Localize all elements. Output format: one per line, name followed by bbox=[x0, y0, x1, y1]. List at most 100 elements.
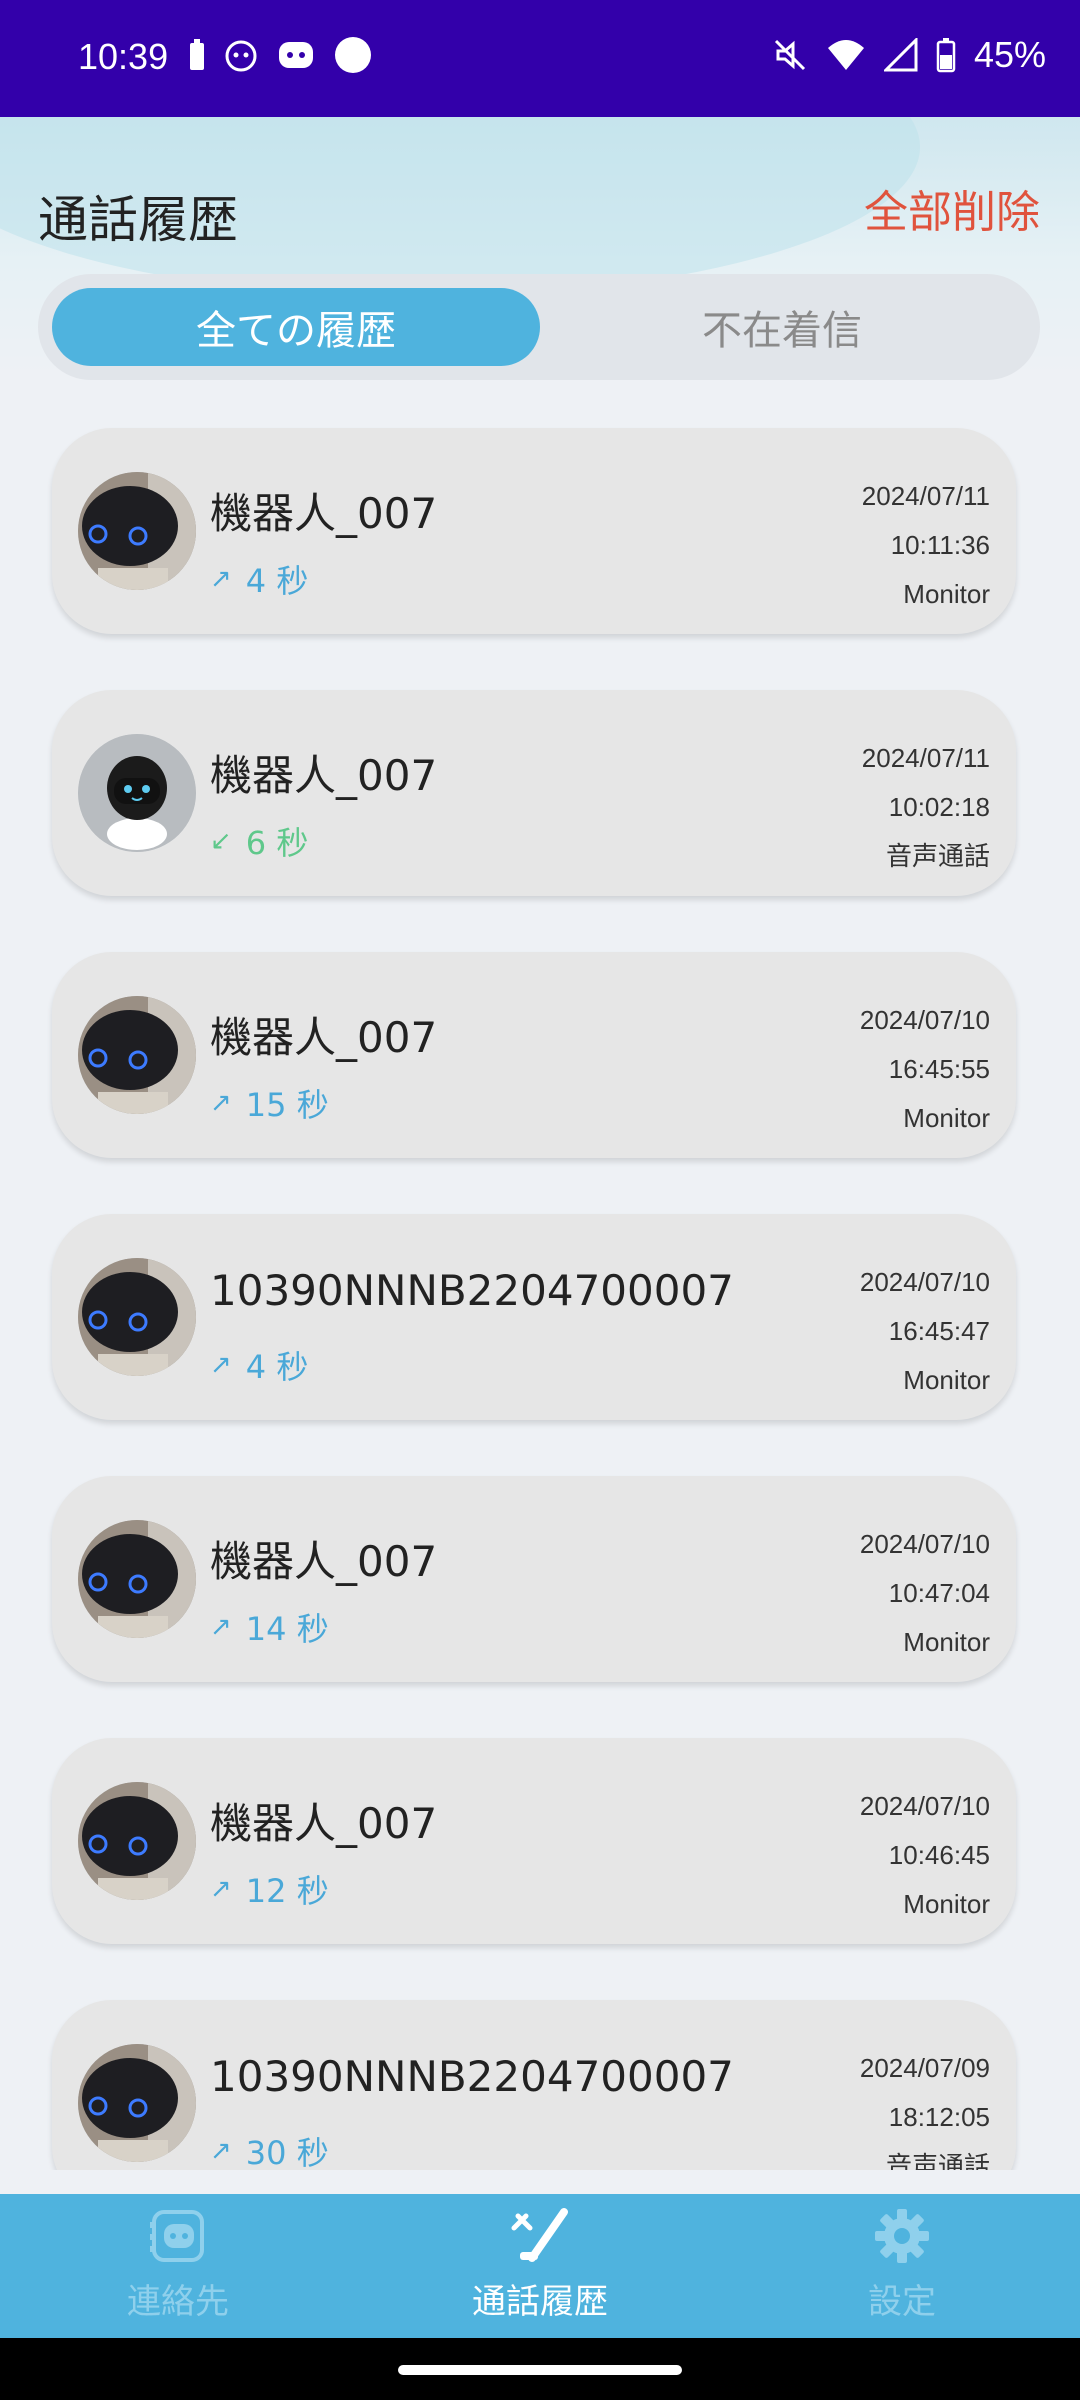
call-history-item[interactable]: 10390NNNB2204700007 ↗ 4 秒 2024/07/10 16:45:4… bbox=[52, 1214, 1016, 1420]
robot-cartoon-avatar-icon bbox=[78, 734, 196, 852]
call-meta: 2024/07/10 10:46:45 Monitor bbox=[860, 1782, 990, 1929]
outgoing-arrow-icon: ↗ bbox=[210, 1350, 232, 1380]
duration-text: 6 秒 bbox=[245, 824, 309, 862]
call-type: Monitor bbox=[903, 1365, 990, 1395]
battery-percent: 45% bbox=[973, 34, 1046, 75]
robot-photo-avatar-icon bbox=[78, 472, 196, 590]
duration-text: 14 秒 bbox=[245, 1610, 329, 1648]
call-time: 10:46:45 bbox=[888, 1840, 990, 1870]
incoming-arrow-icon: ↙ bbox=[210, 826, 232, 856]
cat-app-icon bbox=[225, 40, 257, 72]
contacts-robot-icon bbox=[150, 2210, 204, 2262]
nav-call-history-label: 通話履歴 bbox=[472, 2282, 608, 2322]
contact-name: 機器人_007 bbox=[210, 1537, 438, 1586]
call-type: Monitor bbox=[903, 1889, 990, 1919]
avatar bbox=[78, 1782, 196, 1900]
contact-name: 機器人_007 bbox=[210, 1013, 438, 1062]
wifi-icon bbox=[827, 40, 864, 70]
home-gesture-bar[interactable] bbox=[398, 2365, 682, 2375]
call-history-item[interactable]: 機器人_007 ↙ 6 秒 2024/07/11 10:02:18 音声通話 bbox=[52, 690, 1016, 896]
call-date: 2024/07/10 bbox=[859, 1529, 990, 1559]
battery-saver-icon bbox=[190, 39, 204, 70]
avatar bbox=[78, 734, 196, 852]
avatar bbox=[78, 996, 196, 1114]
notification-icons bbox=[188, 36, 372, 74]
robot-photo-avatar-icon bbox=[78, 1782, 196, 1900]
call-meta: 2024/07/10 10:47:04 Monitor bbox=[860, 1520, 990, 1667]
call-history-item[interactable]: 機器人_007 ↗ 12 秒 2024/07/10 10:46:45 Monitor bbox=[52, 1738, 1016, 1944]
robot-photo-avatar-icon bbox=[78, 996, 196, 1114]
call-type: Monitor bbox=[903, 579, 990, 609]
tab-all-history[interactable]: 全ての履歴 bbox=[52, 288, 540, 366]
call-duration: ↗ 30 秒 bbox=[210, 2128, 329, 2170]
bottom-navigation: 連絡先 通話履歴 設定 bbox=[0, 2194, 1080, 2338]
call-time: 16:45:55 bbox=[888, 1054, 990, 1084]
circle-icon bbox=[335, 37, 371, 73]
call-date: 2024/07/10 bbox=[859, 1005, 990, 1035]
call-type: 音声通話 bbox=[885, 2151, 990, 2170]
mute-icon bbox=[774, 39, 805, 71]
delete-all-button[interactable]: 全部削除 bbox=[864, 176, 1040, 240]
cellular-icon bbox=[883, 38, 918, 72]
call-history-list[interactable]: 機器人_007 ↗ 4 秒 2024/07/11 10:11:36 Monitor 機器人_… bbox=[0, 420, 1080, 2170]
call-type: Monitor bbox=[903, 1103, 990, 1133]
call-date: 2024/07/10 bbox=[859, 1791, 990, 1821]
nav-contacts-label: 連絡先 bbox=[127, 2282, 229, 2322]
call-history-item[interactable]: 10390NNNB2204700007 ↗ 30 秒 2024/07/09 18:12:… bbox=[52, 2000, 1016, 2170]
call-time: 16:45:47 bbox=[888, 1316, 990, 1346]
outgoing-arrow-icon: ↗ bbox=[210, 1874, 232, 1904]
call-date: 2024/07/10 bbox=[859, 1267, 990, 1297]
avatar bbox=[78, 1520, 196, 1638]
history-filter-tabs: 全ての履歴 不在着信 bbox=[38, 274, 1040, 380]
call-date: 2024/07/11 bbox=[861, 743, 990, 773]
tab-missed-calls[interactable]: 不在着信 bbox=[538, 288, 1026, 366]
gear-icon bbox=[875, 2209, 929, 2263]
call-time: 10:11:36 bbox=[890, 530, 990, 560]
nav-settings[interactable]: 設定 bbox=[752, 2208, 1052, 2323]
duration-text: 4 秒 bbox=[245, 562, 309, 600]
call-type: 音声通話 bbox=[885, 841, 990, 871]
duration-text: 12 秒 bbox=[245, 1872, 329, 1910]
duration-text: 15 秒 bbox=[245, 1086, 329, 1124]
nav-call-history[interactable]: 通話履歴 bbox=[390, 2208, 690, 2323]
avatar bbox=[78, 2044, 196, 2162]
contact-name: 10390NNNB2204700007 bbox=[210, 1266, 734, 1315]
call-time: 10:02:18 bbox=[888, 792, 990, 822]
duration-text: 30 秒 bbox=[245, 2134, 329, 2170]
nav-contacts[interactable]: 連絡先 bbox=[28, 2208, 328, 2323]
call-history-item[interactable]: 機器人_007 ↗ 14 秒 2024/07/10 10:47:04 Monitor bbox=[52, 1476, 1016, 1682]
call-history-item[interactable]: 機器人_007 ↗ 15 秒 2024/07/10 16:45:55 Monitor bbox=[52, 952, 1016, 1158]
call-type: Monitor bbox=[903, 1627, 990, 1657]
system-icons: 45% bbox=[772, 34, 1046, 76]
call-history-item[interactable]: 機器人_007 ↗ 4 秒 2024/07/11 10:11:36 Monitor bbox=[52, 428, 1016, 634]
duration-text: 4 秒 bbox=[245, 1348, 309, 1386]
outgoing-arrow-icon: ↗ bbox=[210, 2136, 232, 2166]
contact-name: 機器人_007 bbox=[210, 1799, 438, 1848]
call-date: 2024/07/11 bbox=[861, 481, 990, 511]
outgoing-arrow-icon: ↗ bbox=[210, 1612, 232, 1642]
outgoing-arrow-icon: ↗ bbox=[210, 564, 232, 594]
call-meta: 2024/07/09 18:12:05 音声通話 bbox=[860, 2044, 990, 2170]
call-meta: 2024/07/10 16:45:47 Monitor bbox=[860, 1258, 990, 1405]
robot-photo-avatar-icon bbox=[78, 1258, 196, 1376]
battery-icon bbox=[936, 38, 956, 73]
contact-name: 10390NNNB2204700007 bbox=[210, 2052, 734, 2101]
call-meta: 2024/07/11 10:02:18 音声通話 bbox=[862, 734, 990, 881]
outgoing-arrow-icon: ↗ bbox=[210, 1088, 232, 1118]
status-time: 10:39 bbox=[78, 36, 169, 77]
call-time: 10:47:04 bbox=[888, 1578, 990, 1608]
status-bar: 10:39 45% bbox=[0, 0, 1080, 117]
robot-photo-avatar-icon bbox=[78, 1520, 196, 1638]
robot-app-icon bbox=[279, 42, 313, 68]
page-title: 通話履歴 bbox=[38, 191, 238, 249]
contact-name: 機器人_007 bbox=[210, 751, 438, 800]
call-duration: ↗ 15 秒 bbox=[210, 1080, 329, 1126]
call-duration: ↙ 6 秒 bbox=[210, 818, 308, 864]
call-history-icon bbox=[511, 2208, 568, 2262]
avatar bbox=[78, 472, 196, 590]
call-meta: 2024/07/10 16:45:55 Monitor bbox=[860, 996, 990, 1143]
call-date: 2024/07/09 bbox=[859, 2053, 990, 2083]
robot-photo-avatar-icon bbox=[78, 2044, 196, 2162]
call-duration: ↗ 4 秒 bbox=[210, 556, 308, 602]
nav-settings-label: 設定 bbox=[868, 2282, 936, 2322]
